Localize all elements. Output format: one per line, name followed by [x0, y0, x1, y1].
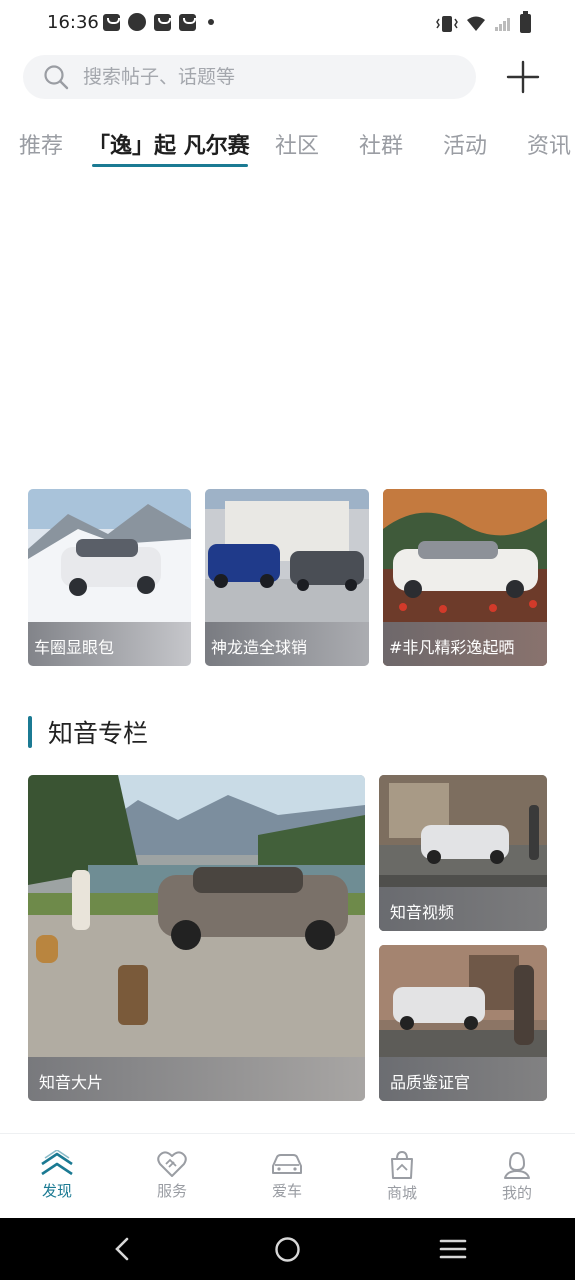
tab-events[interactable]: 活动 — [443, 128, 487, 160]
bottom-navigation: 发现 服务 爱车 商城 我的 — [0, 1133, 575, 1218]
section-header: 知音专栏 — [28, 716, 148, 748]
shopping-bag-icon — [103, 13, 120, 31]
nav-discover[interactable]: 发现 — [17, 1150, 97, 1201]
column-card-caption: 知音大片 — [28, 1057, 365, 1101]
wifi-icon — [467, 16, 485, 31]
nav-discover-label: 发现 — [41, 1182, 72, 1200]
nav-car-label: 爱车 — [271, 1182, 302, 1200]
status-time: 16:36 — [47, 12, 99, 33]
topic-card[interactable]: 车圈显眼包 — [28, 489, 191, 666]
topic-card-caption: 神龙造全球销 — [205, 622, 369, 666]
tab-versailles[interactable]: 「逸」起 凡尔赛 — [88, 128, 250, 160]
lake-car-image — [28, 775, 365, 1101]
topic-card-caption: 车圈显眼包 — [28, 622, 191, 666]
battery-icon — [520, 11, 531, 33]
section-title: 知音专栏 — [48, 719, 149, 748]
home-icon[interactable] — [274, 1236, 301, 1263]
back-icon[interactable] — [112, 1237, 132, 1261]
search-icon — [44, 65, 69, 90]
status-bar: 16:36 — [0, 0, 575, 48]
search-bar[interactable] — [23, 55, 476, 99]
shopping-bag-icon — [154, 13, 171, 31]
section-accent-bar — [28, 716, 32, 748]
nav-profile-label: 我的 — [501, 1184, 532, 1202]
system-navigation-bar — [0, 1218, 575, 1280]
system-icons — [436, 11, 531, 33]
search-input[interactable] — [83, 66, 443, 88]
recent-apps-icon[interactable] — [439, 1238, 467, 1260]
vibrate-icon — [436, 15, 458, 32]
add-post-button[interactable] — [504, 58, 542, 96]
column-card-large[interactable]: 知音大片 — [28, 775, 365, 1101]
nav-mall-label: 商城 — [386, 1184, 417, 1202]
topic-card[interactable]: #非凡精彩逸起晒 — [383, 489, 547, 666]
topic-card-caption: #非凡精彩逸起晒 — [383, 622, 547, 666]
nav-car[interactable]: 爱车 — [247, 1150, 327, 1201]
nav-service-label: 服务 — [156, 1182, 187, 1200]
gauge-icon — [128, 13, 146, 31]
column-card-caption: 品质鉴证官 — [379, 1057, 547, 1101]
nav-service[interactable]: 服务 — [132, 1150, 212, 1201]
mall-icon — [391, 1150, 413, 1179]
column-card-small[interactable]: 知音视频 — [379, 775, 547, 931]
tab-recommend[interactable]: 推荐 — [19, 128, 63, 160]
tab-news[interactable]: 资讯 — [527, 128, 571, 160]
shopping-bag-icon — [179, 13, 196, 31]
tab-groups[interactable]: 社群 — [359, 128, 403, 160]
discover-icon — [41, 1150, 73, 1176]
column-card-caption: 知音视频 — [379, 887, 547, 931]
notification-icons — [103, 13, 214, 31]
tab-community[interactable]: 社区 — [275, 128, 319, 160]
nav-mall[interactable]: 商城 — [362, 1150, 442, 1203]
car-icon — [272, 1154, 302, 1174]
signal-icon — [495, 17, 510, 31]
topic-card[interactable]: 神龙造全球销 — [205, 489, 369, 666]
profile-icon — [504, 1151, 530, 1179]
more-notifications-dot-icon — [208, 19, 214, 25]
service-icon — [157, 1151, 187, 1177]
column-card-small[interactable]: 品质鉴证官 — [379, 945, 547, 1101]
app-screen: 16:36 搜索帖子、话题等 推荐 「逸」起 凡尔赛 社区 社群 活动 资讯 车… — [0, 0, 575, 1280]
active-tab-indicator — [92, 164, 248, 167]
category-tabs: 推荐 「逸」起 凡尔赛 社区 社群 活动 资讯 — [0, 128, 575, 172]
nav-profile[interactable]: 我的 — [477, 1150, 557, 1203]
